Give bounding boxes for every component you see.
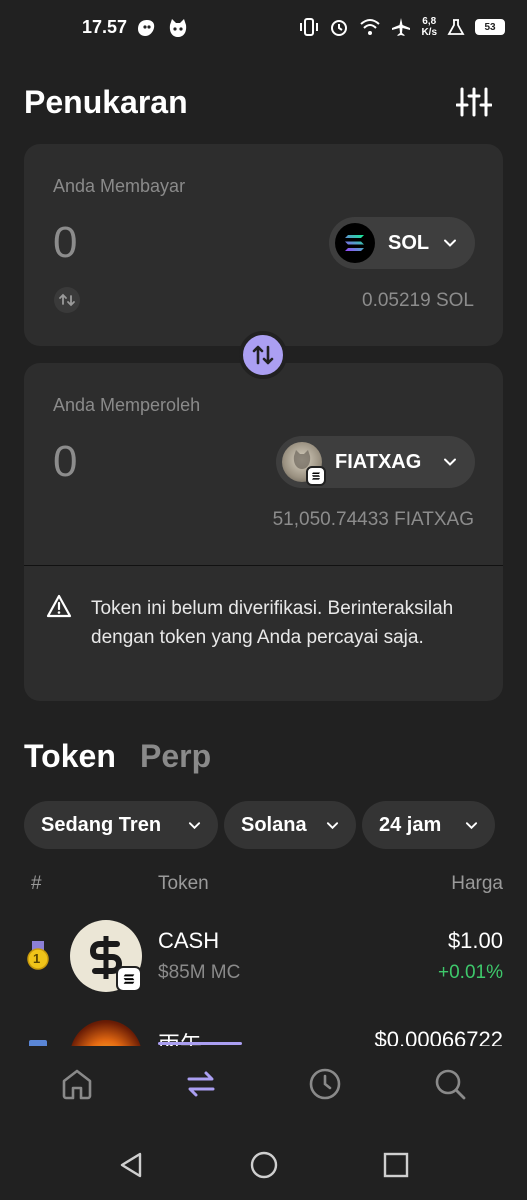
- token-market-cap: $85M MC: [158, 962, 241, 983]
- token-row[interactable]: 丙午 $0.00066722: [0, 1020, 527, 1046]
- wifi-icon: [360, 19, 381, 35]
- token-price-change: +0.01%: [438, 962, 503, 983]
- back-icon[interactable]: [117, 1150, 147, 1180]
- home-icon: [62, 1069, 92, 1100]
- home-circle-icon[interactable]: [249, 1150, 279, 1180]
- unverified-token-warning: Token ini belum diverifikasi. Berinterak…: [24, 565, 503, 701]
- flask-icon: [447, 19, 465, 35]
- nav-home[interactable]: [59, 1066, 95, 1102]
- receive-balance: 51,050.74433 FIATXAG: [272, 509, 474, 530]
- airplane-icon: [392, 18, 411, 36]
- swap-icon: [187, 1071, 215, 1097]
- chevron-down-icon: [444, 239, 456, 247]
- receive-amount-input[interactable]: 0: [53, 437, 77, 487]
- chevron-down-icon: [444, 458, 456, 466]
- bottom-navigation: [0, 1046, 527, 1130]
- chain-filter-label: Solana: [241, 813, 307, 836]
- fiatxag-logo-icon: [282, 442, 326, 486]
- pay-balance: 0.05219 SOL: [362, 290, 474, 311]
- system-navigation-bar: [0, 1130, 527, 1200]
- cat-icon: [169, 19, 187, 37]
- page-title: Penukaran: [24, 84, 188, 120]
- receive-label: Anda Memperoleh: [53, 395, 201, 415]
- nav-history[interactable]: [307, 1066, 343, 1102]
- search-icon: [435, 1069, 466, 1100]
- chevron-down-icon: [465, 821, 478, 829]
- status-notification-icons: [135, 17, 189, 39]
- token-logo-icon: [70, 1020, 142, 1046]
- sort-filter-label: Sedang Tren: [41, 813, 162, 836]
- tab-perp[interactable]: Perp: [140, 738, 211, 775]
- period-filter-label: 24 jam: [379, 813, 442, 836]
- history-icon: [309, 1068, 341, 1100]
- column-header-rank: #: [31, 873, 42, 894]
- sort-filter-dropdown[interactable]: Sedang Tren: [24, 801, 218, 849]
- pay-amount-input[interactable]: 0: [53, 218, 77, 268]
- token-rank: 1: [33, 951, 41, 966]
- alarm-icon: [331, 20, 348, 36]
- pay-token-symbol: SOL: [388, 231, 430, 254]
- ghost-icon: [138, 20, 155, 36]
- token-price: $0.00066722: [374, 1027, 503, 1046]
- column-header-price: Harga: [451, 873, 503, 894]
- battery-indicator: 53: [475, 19, 505, 35]
- status-system-icons: 6,8 K/s 53: [299, 16, 505, 38]
- period-filter-dropdown[interactable]: 24 jam: [362, 801, 495, 849]
- warning-text: Token ini belum diverifikasi. Berinterak…: [91, 598, 454, 648]
- token-row[interactable]: 1 CASH $85M MC $1.00 +0.01%: [0, 915, 527, 995]
- chevron-down-icon: [326, 821, 339, 829]
- status-time: 17.57: [82, 17, 128, 37]
- currency-toggle-icon[interactable]: [54, 287, 80, 313]
- chevron-down-icon: [188, 821, 201, 829]
- warning-triangle-icon: [46, 594, 72, 618]
- receive-card: Anda Memperoleh 0 FIATXAG 51,050.74433 F…: [24, 363, 503, 565]
- vibrate-icon: [300, 18, 319, 36]
- sliders-icon: [455, 87, 493, 117]
- settings-button[interactable]: [455, 86, 493, 118]
- pay-label: Anda Membayar: [53, 176, 186, 196]
- network-speed: 6,8 K/s: [421, 16, 437, 38]
- loading-indicator: [158, 1042, 242, 1045]
- receive-token-selector[interactable]: FIATXAG: [276, 436, 475, 488]
- solana-chain-badge: [116, 966, 142, 992]
- recents-icon[interactable]: [381, 1150, 411, 1180]
- token-price: $1.00: [447, 928, 503, 953]
- tab-token[interactable]: Token: [24, 738, 116, 775]
- receive-token-symbol: FIATXAG: [335, 450, 422, 473]
- solana-chain-badge: [306, 466, 326, 486]
- chain-filter-dropdown[interactable]: Solana: [224, 801, 356, 849]
- nav-search[interactable]: [432, 1066, 468, 1102]
- sol-logo-icon: [335, 223, 375, 263]
- cash-logo-icon: [70, 920, 142, 992]
- status-bar: 17.57 6,8 K/s 53: [0, 0, 527, 58]
- column-header-token: Token: [158, 873, 209, 894]
- token-name: CASH: [158, 928, 220, 953]
- pay-card: Anda Membayar 0 SOL 0.05219 SOL: [24, 144, 503, 346]
- pay-token-selector[interactable]: SOL: [329, 217, 475, 269]
- swap-direction-button[interactable]: [239, 331, 287, 379]
- swap-arrows-icon: [252, 345, 274, 365]
- nav-swap[interactable]: [183, 1066, 219, 1102]
